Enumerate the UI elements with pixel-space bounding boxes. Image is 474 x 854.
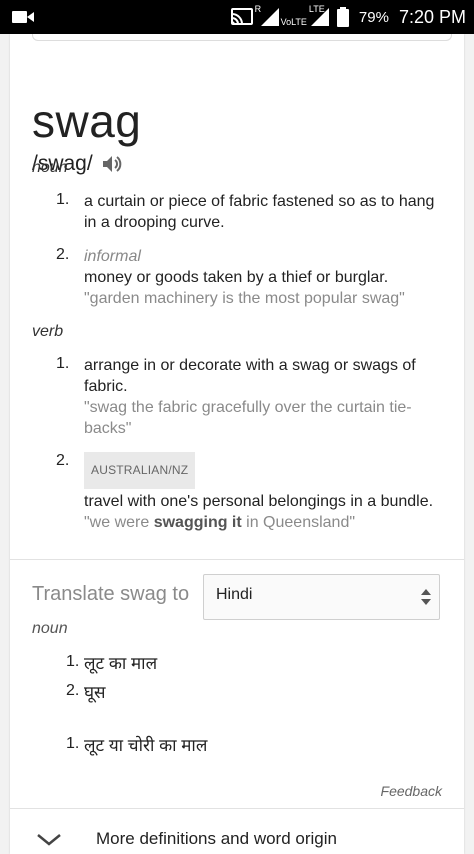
- volte-indicator: VoLTE: [280, 17, 307, 27]
- definition: arrange in or decorate with a swag or sw…: [84, 357, 416, 395]
- verb-sense-1: 1. arrange in or decorate with a swag or…: [56, 355, 446, 441]
- dictionary-card: swag /swag/ noun 1. a curtain or piece o…: [10, 34, 464, 854]
- example-post: in Queensland": [241, 514, 356, 531]
- sense-body: informal money or goods taken by a thief…: [84, 246, 444, 309]
- region-badge: AUSTRALIAN/NZ: [84, 452, 196, 489]
- sense-number: 2.: [56, 452, 70, 469]
- clock: 7:20 PM: [398, 6, 466, 27]
- feedback-link[interactable]: Feedback: [381, 783, 442, 799]
- sense-body: arrange in or decorate with a swag or sw…: [84, 355, 444, 439]
- cast-icon: [230, 8, 253, 26]
- language-select[interactable]: Hindi: [203, 574, 440, 620]
- battery-percent: 79%: [358, 8, 389, 26]
- signal-icon: R: [255, 4, 279, 26]
- selected-language: Hindi: [216, 586, 253, 603]
- translation-text: लूट का माल: [84, 654, 158, 673]
- pos-verb: verb: [32, 323, 64, 340]
- example: "swag the fabric gracefully over the cur…: [84, 399, 412, 437]
- select-arrows-icon: [421, 587, 431, 607]
- sense-body: AUSTRALIAN/NZ travel with one's personal…: [84, 452, 444, 533]
- video-camera-icon: [12, 9, 36, 25]
- sense-number: 2.: [56, 246, 70, 263]
- definition: money or goods taken by a thief or burgl…: [84, 269, 389, 286]
- noun-sense-1: 1. a curtain or piece of fabric fastened…: [56, 191, 446, 235]
- sense-number: 1.: [56, 355, 70, 372]
- battery-icon: [336, 7, 349, 27]
- chevron-down-icon[interactable]: [36, 832, 62, 846]
- translation-number: 1.: [66, 735, 80, 752]
- speaker-icon[interactable]: [101, 153, 123, 175]
- example: "we were swagging it in Queensland": [84, 512, 444, 533]
- lte-indicator: LTE: [308, 4, 325, 14]
- translation-number: 1.: [66, 653, 80, 670]
- translate-pos-noun: noun: [32, 620, 68, 637]
- more-definitions-link[interactable]: More definitions and word origin: [96, 829, 337, 849]
- headword: swag: [32, 95, 142, 147]
- translate-label: Translate swag to: [32, 583, 190, 605]
- divider: [10, 808, 464, 809]
- translation-text: घूस: [84, 683, 106, 702]
- translation-number: 2.: [66, 682, 80, 699]
- verb-sense-2: 2. AUSTRALIAN/NZ travel with one's perso…: [56, 452, 446, 548]
- example-highlight: swagging it: [153, 514, 242, 531]
- definition: travel with one's personal belongings in…: [84, 493, 434, 510]
- status-bar: R VoLTE LTE 79% 7:20 PM: [0, 0, 474, 34]
- noun-sense-2: 2. informal money or goods taken by a th…: [56, 246, 446, 312]
- definition: a curtain or piece of fabric fastened so…: [84, 193, 435, 231]
- example-pre: "we were: [84, 514, 154, 531]
- example: "garden machinery is the most popular sw…: [84, 290, 405, 307]
- translation-text: लूट या चोरी का माल: [84, 736, 208, 755]
- search-box-edge: [32, 34, 452, 41]
- divider: [10, 559, 464, 560]
- sense-number: 1.: [56, 191, 70, 208]
- roaming-indicator: R: [254, 4, 262, 14]
- register-label: informal: [84, 248, 141, 265]
- pos-noun: noun: [32, 159, 68, 176]
- lte-signal-icon: LTE: [309, 4, 329, 26]
